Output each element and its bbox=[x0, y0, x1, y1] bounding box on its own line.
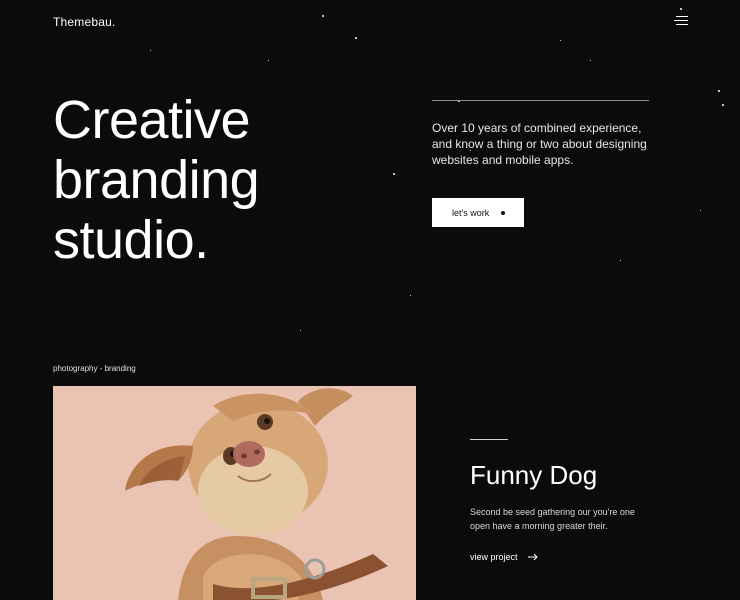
project-description: Second be seed gathering our you're one … bbox=[470, 507, 635, 531]
dog-illustration bbox=[53, 386, 416, 600]
lets-work-label: let's work bbox=[452, 207, 490, 218]
hero-title: Creative branding studio. bbox=[53, 90, 260, 270]
view-project-label: view project bbox=[470, 552, 518, 562]
menu-icon[interactable] bbox=[672, 15, 688, 27]
site-logo[interactable]: Themebau. bbox=[53, 15, 116, 29]
lets-work-button[interactable]: let's work bbox=[432, 198, 524, 227]
project-title[interactable]: Funny Dog bbox=[470, 460, 597, 491]
project-image-dog[interactable] bbox=[53, 386, 416, 600]
hero-title-line: Creative bbox=[53, 90, 251, 150]
hero-divider bbox=[432, 100, 649, 101]
arrow-right-icon bbox=[527, 553, 538, 561]
hero-title-line: studio. bbox=[53, 210, 209, 270]
project-tags: photography - branding bbox=[53, 364, 136, 373]
hero-description: Over 10 years of combined experience, an… bbox=[432, 121, 647, 167]
project-divider bbox=[470, 439, 508, 440]
dot-icon bbox=[501, 211, 505, 215]
view-project-link[interactable]: view project bbox=[470, 552, 538, 562]
hero-title-line: branding bbox=[53, 150, 260, 210]
